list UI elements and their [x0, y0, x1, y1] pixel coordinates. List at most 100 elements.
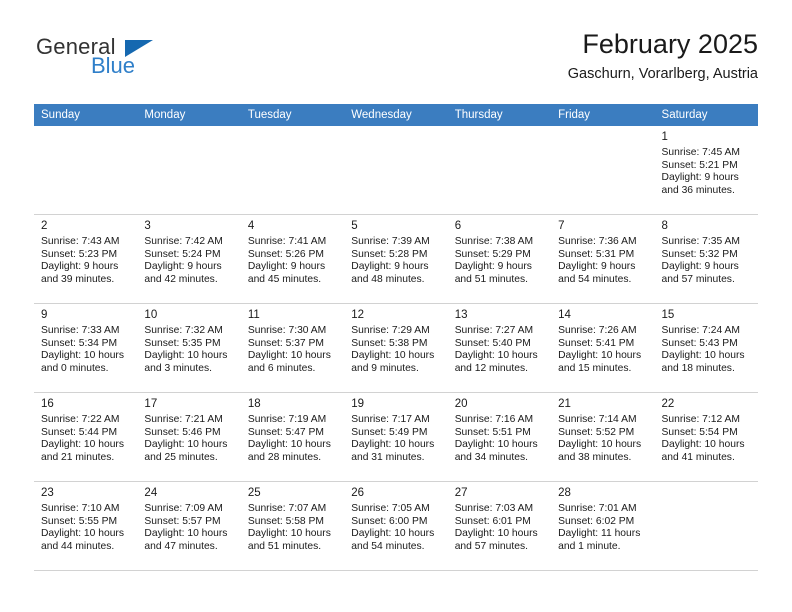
- page-header: General Blue February 2025 Gaschurn, Vor…: [34, 28, 758, 94]
- sunset-text: Sunset: 5:51 PM: [454, 426, 531, 438]
- day-number: 6: [454, 220, 462, 232]
- calendar-day-cell[interactable]: 20 Sunrise: 7:16 AM Sunset: 5:51 PM Dayligh…: [447, 392, 552, 482]
- calendar-grid: Sunday Monday Tuesday Wednesday Thursday…: [34, 104, 758, 571]
- daylight-text-line2: and 34 minutes.: [454, 451, 528, 463]
- daylight-text-line1: Daylight: 10 hours: [41, 350, 124, 362]
- sunrise-text: Sunrise: 7:22 AM: [41, 414, 120, 425]
- day-cell-content: 14 Sunrise: 7:26 AM Sunset: 5:41 PM Dayligh…: [551, 304, 654, 375]
- day-number: 27: [454, 487, 468, 499]
- calendar-day-cell[interactable]: 10 Sunrise: 7:32 AM Sunset: 5:35 PM Dayligh…: [137, 303, 241, 393]
- calendar-empty-cell: [137, 126, 241, 215]
- calendar-day-cell[interactable]: 26 Sunrise: 7:05 AM Sunset: 6:00 PM Dayligh…: [344, 481, 448, 571]
- calendar-day-cell[interactable]: 16 Sunrise: 7:22 AM Sunset: 5:44 PM Dayligh…: [34, 392, 138, 482]
- calendar-day-cell[interactable]: 3 Sunrise: 7:42 AM Sunset: 5:24 PM Daylight…: [137, 214, 241, 304]
- daylight-text-line2: and 41 minutes.: [661, 451, 735, 463]
- calendar-day-cell[interactable]: 13 Sunrise: 7:27 AM Sunset: 5:40 PM Dayligh…: [447, 303, 552, 393]
- sunset-text: Sunset: 5:41 PM: [558, 337, 635, 349]
- sunrise-text: Sunrise: 7:39 AM: [351, 236, 430, 247]
- daylight-text-line2: and 42 minutes.: [144, 273, 218, 285]
- daylight-text-line1: Daylight: 10 hours: [454, 350, 538, 362]
- brand-logo[interactable]: General Blue: [34, 36, 254, 92]
- day-cell-content: 15 Sunrise: 7:24 AM Sunset: 5:43 PM Dayligh…: [655, 304, 758, 375]
- sunset-text: Sunset: 5:38 PM: [351, 337, 428, 349]
- calendar-day-cell[interactable]: 24 Sunrise: 7:09 AM Sunset: 5:57 PM Dayligh…: [137, 481, 241, 571]
- calendar-day-cell[interactable]: 7 Sunrise: 7:36 AM Sunset: 5:31 PM Daylight…: [551, 214, 655, 304]
- day-number: 25: [247, 487, 261, 499]
- calendar-day-cell[interactable]: 11 Sunrise: 7:30 AM Sunset: 5:37 PM Dayligh…: [240, 303, 345, 393]
- calendar-day-cell[interactable]: 12 Sunrise: 7:29 AM Sunset: 5:38 PM Dayligh…: [344, 303, 448, 393]
- day-number: 13: [454, 309, 468, 321]
- sunset-text: Sunset: 5:40 PM: [454, 337, 531, 349]
- calendar-day-cell[interactable]: 17 Sunrise: 7:21 AM Sunset: 5:46 PM Dayligh…: [137, 392, 241, 482]
- calendar-day-cell[interactable]: 4 Sunrise: 7:41 AM Sunset: 5:26 PM Daylight…: [240, 214, 345, 304]
- daylight-text-line2: and 54 minutes.: [351, 540, 425, 552]
- calendar-day-cell[interactable]: 27 Sunrise: 7:03 AM Sunset: 6:01 PM Dayligh…: [447, 481, 552, 571]
- day-cell-content: 28 Sunrise: 7:01 AM Sunset: 6:02 PM Dayligh…: [551, 482, 654, 553]
- daylight-text-line1: Daylight: 10 hours: [144, 439, 228, 451]
- calendar-day-cell[interactable]: 1 Sunrise: 7:45 AM Sunset: 5:21 PM Daylight…: [654, 126, 758, 215]
- calendar-day-cell[interactable]: 9 Sunrise: 7:33 AM Sunset: 5:34 PM Daylight…: [34, 303, 138, 393]
- daylight-text-line2: and 1 minute.: [558, 540, 621, 552]
- sunset-text: Sunset: 5:43 PM: [661, 337, 738, 349]
- calendar-day-cell[interactable]: 15 Sunrise: 7:24 AM Sunset: 5:43 PM Dayligh…: [654, 303, 758, 393]
- sunset-text: Sunset: 5:49 PM: [351, 426, 428, 438]
- daylight-text-line1: Daylight: 9 hours: [41, 261, 119, 273]
- sunset-text: Sunset: 5:55 PM: [41, 515, 118, 527]
- sunset-text: Sunset: 5:23 PM: [41, 248, 118, 260]
- day-number: 20: [454, 398, 468, 410]
- day-cell-content: [551, 126, 654, 130]
- day-cell-content: 24 Sunrise: 7:09 AM Sunset: 5:57 PM Dayligh…: [137, 482, 240, 553]
- calendar-empty-cell: [447, 126, 552, 215]
- sunset-text: Sunset: 5:47 PM: [247, 426, 324, 438]
- calendar-header-row: Sunday Monday Tuesday Wednesday Thursday…: [34, 104, 758, 126]
- day-number: 9: [41, 309, 48, 321]
- sunset-text: Sunset: 5:31 PM: [558, 248, 635, 260]
- day-cell-content: 26 Sunrise: 7:05 AM Sunset: 6:00 PM Dayligh…: [344, 482, 447, 553]
- sunrise-text: Sunrise: 7:38 AM: [454, 236, 534, 247]
- sunset-text: Sunset: 5:54 PM: [661, 426, 738, 438]
- calendar-body: 1 Sunrise: 7:45 AM Sunset: 5:21 PM Daylight…: [34, 126, 758, 571]
- daylight-text-line2: and 57 minutes.: [661, 273, 735, 285]
- day-number: 19: [351, 398, 365, 410]
- day-number: 2: [41, 220, 48, 232]
- calendar-day-cell[interactable]: 6 Sunrise: 7:38 AM Sunset: 5:29 PM Daylight…: [447, 214, 552, 304]
- calendar-day-cell[interactable]: 8 Sunrise: 7:35 AM Sunset: 5:32 PM Daylight…: [654, 214, 758, 304]
- weekday-header-tuesday: Tuesday: [240, 104, 345, 126]
- sunrise-text: Sunrise: 7:21 AM: [144, 414, 223, 425]
- sunrise-text: Sunrise: 7:43 AM: [41, 236, 120, 247]
- day-number: 10: [144, 309, 158, 321]
- sunset-text: Sunset: 5:52 PM: [558, 426, 635, 438]
- day-cell-content: 16 Sunrise: 7:22 AM Sunset: 5:44 PM Dayligh…: [34, 393, 137, 464]
- calendar-day-cell[interactable]: 25 Sunrise: 7:07 AM Sunset: 5:58 PM Dayligh…: [240, 481, 345, 571]
- calendar-day-cell[interactable]: 23 Sunrise: 7:10 AM Sunset: 5:55 PM Dayligh…: [34, 481, 138, 571]
- day-number: 11: [247, 309, 260, 321]
- calendar-day-cell[interactable]: 18 Sunrise: 7:19 AM Sunset: 5:47 PM Dayligh…: [240, 392, 345, 482]
- daylight-text-line2: and 0 minutes.: [41, 362, 109, 374]
- daylight-text-line1: Daylight: 9 hours: [144, 261, 222, 273]
- sunrise-text: Sunrise: 7:24 AM: [661, 325, 740, 336]
- day-cell-content: 12 Sunrise: 7:29 AM Sunset: 5:38 PM Dayligh…: [344, 304, 447, 375]
- daylight-text-line2: and 6 minutes.: [247, 362, 316, 374]
- calendar-week-row: 1 Sunrise: 7:45 AM Sunset: 5:21 PM Daylight…: [34, 126, 758, 215]
- calendar-day-cell[interactable]: 2 Sunrise: 7:43 AM Sunset: 5:23 PM Daylight…: [34, 214, 138, 304]
- sunrise-text: Sunrise: 7:32 AM: [144, 325, 223, 336]
- calendar-day-cell[interactable]: 21 Sunrise: 7:14 AM Sunset: 5:52 PM Dayligh…: [551, 392, 655, 482]
- day-cell-content: [241, 126, 344, 130]
- calendar-day-cell[interactable]: 19 Sunrise: 7:17 AM Sunset: 5:49 PM Dayligh…: [344, 392, 448, 482]
- day-cell-content: 5 Sunrise: 7:39 AM Sunset: 5:28 PM Daylight…: [344, 215, 447, 286]
- day-cell-content: 3 Sunrise: 7:42 AM Sunset: 5:24 PM Daylight…: [137, 215, 240, 286]
- calendar-day-cell[interactable]: 22 Sunrise: 7:12 AM Sunset: 5:54 PM Dayligh…: [654, 392, 758, 482]
- title-block: February 2025 Gaschurn, Vorarlberg, Aust…: [568, 28, 758, 83]
- day-cell-content: 10 Sunrise: 7:32 AM Sunset: 5:35 PM Dayligh…: [137, 304, 240, 375]
- day-number: 15: [661, 309, 675, 321]
- sunrise-text: Sunrise: 7:10 AM: [41, 503, 120, 514]
- daylight-text-line2: and 48 minutes.: [351, 273, 425, 285]
- calendar-day-cell[interactable]: 28 Sunrise: 7:01 AM Sunset: 6:02 PM Dayligh…: [551, 481, 655, 571]
- sunrise-text: Sunrise: 7:03 AM: [454, 503, 534, 514]
- calendar-day-cell[interactable]: 5 Sunrise: 7:39 AM Sunset: 5:28 PM Daylight…: [344, 214, 448, 304]
- day-number: 8: [661, 220, 668, 232]
- daylight-text-line2: and 3 minutes.: [144, 362, 212, 374]
- sunrise-text: Sunrise: 7:42 AM: [144, 236, 223, 247]
- calendar-day-cell[interactable]: 14 Sunrise: 7:26 AM Sunset: 5:41 PM Dayligh…: [551, 303, 655, 393]
- sunrise-text: Sunrise: 7:09 AM: [144, 503, 223, 514]
